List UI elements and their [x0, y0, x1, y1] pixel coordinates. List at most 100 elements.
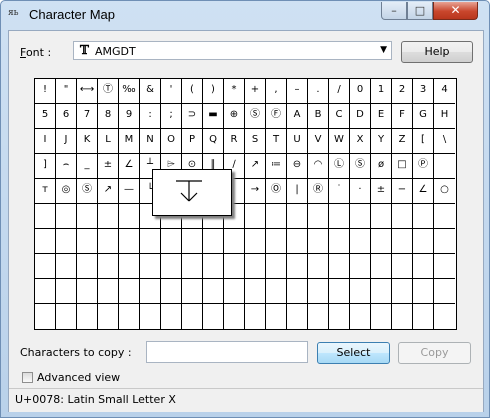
character-cell[interactable]: [140, 254, 161, 279]
character-cell[interactable]: [287, 204, 308, 229]
character-cell[interactable]: [392, 254, 413, 279]
character-cell[interactable]: [119, 304, 140, 329]
character-cell[interactable]: D: [350, 104, 371, 129]
character-cell[interactable]: ;: [161, 104, 182, 129]
character-cell[interactable]: [266, 204, 287, 229]
character-cell[interactable]: [224, 279, 245, 304]
character-cell[interactable]: [434, 279, 455, 304]
character-cell[interactable]: A: [287, 104, 308, 129]
character-cell[interactable]: ): [203, 79, 224, 104]
character-cell[interactable]: [35, 229, 56, 254]
character-cell[interactable]: [182, 304, 203, 329]
character-cell[interactable]: B: [308, 104, 329, 129]
character-cell[interactable]: [371, 254, 392, 279]
character-cell[interactable]: ⊃: [182, 104, 203, 129]
character-cell[interactable]: [350, 254, 371, 279]
character-cell[interactable]: [266, 279, 287, 304]
character-cell[interactable]: 9: [119, 104, 140, 129]
character-cell[interactable]: V: [308, 129, 329, 154]
character-cell[interactable]: [266, 254, 287, 279]
character-cell[interactable]: U: [287, 129, 308, 154]
character-cell[interactable]: [224, 304, 245, 329]
character-cell[interactable]: W: [329, 129, 350, 154]
character-cell[interactable]: ∠: [119, 154, 140, 179]
character-cell[interactable]: [245, 304, 266, 329]
character-cell[interactable]: [77, 204, 98, 229]
character-cell[interactable]: −: [392, 179, 413, 204]
character-cell[interactable]: O: [161, 129, 182, 154]
character-cell[interactable]: [182, 229, 203, 254]
character-cell[interactable]: [287, 279, 308, 304]
character-cell[interactable]: L: [98, 129, 119, 154]
character-cell[interactable]: \: [434, 129, 455, 154]
help-button[interactable]: Help: [401, 41, 473, 63]
character-cell[interactable]: [56, 304, 77, 329]
character-cell[interactable]: H: [434, 104, 455, 129]
character-cell[interactable]: [434, 254, 455, 279]
character-cell[interactable]: [434, 154, 455, 179]
character-cell[interactable]: [203, 304, 224, 329]
character-cell[interactable]: [: [413, 129, 434, 154]
character-cell[interactable]: 4: [434, 79, 455, 104]
character-cell[interactable]: [350, 279, 371, 304]
character-cell[interactable]: Ⓛ: [329, 154, 350, 179]
character-cell[interactable]: ⟷: [77, 79, 98, 104]
character-cell[interactable]: [371, 229, 392, 254]
character-cell[interactable]: Ⓢ: [245, 104, 266, 129]
character-cell[interactable]: F: [392, 104, 413, 129]
character-cell[interactable]: [392, 229, 413, 254]
character-cell[interactable]: [371, 304, 392, 329]
character-cell[interactable]: ≔: [266, 154, 287, 179]
character-cell[interactable]: [413, 279, 434, 304]
character-cell[interactable]: [35, 279, 56, 304]
character-cell[interactable]: !: [35, 79, 56, 104]
character-cell[interactable]: _: [77, 154, 98, 179]
character-cell[interactable]: [434, 304, 455, 329]
character-cell[interactable]: [266, 304, 287, 329]
character-cell[interactable]: [35, 254, 56, 279]
character-cell[interactable]: 6: [56, 104, 77, 129]
character-cell[interactable]: [119, 254, 140, 279]
character-cell[interactable]: ±: [371, 179, 392, 204]
character-cell[interactable]: Ⓢ: [77, 179, 98, 204]
character-cell[interactable]: [140, 279, 161, 304]
character-cell[interactable]: [224, 229, 245, 254]
character-cell[interactable]: [119, 204, 140, 229]
character-cell[interactable]: ±: [98, 154, 119, 179]
character-cell[interactable]: □: [392, 154, 413, 179]
character-cell[interactable]: R: [224, 129, 245, 154]
character-cell[interactable]: т: [35, 179, 56, 204]
character-cell[interactable]: Q: [203, 129, 224, 154]
character-cell[interactable]: [56, 204, 77, 229]
character-cell[interactable]: Ⓕ: [266, 104, 287, 129]
font-dropdown[interactable]: 𝕋 AMGDT ▼: [73, 41, 392, 60]
character-cell[interactable]: ': [161, 79, 182, 104]
character-cell[interactable]: [350, 204, 371, 229]
character-cell[interactable]: 3: [413, 79, 434, 104]
character-cell[interactable]: S: [245, 129, 266, 154]
character-cell[interactable]: /: [329, 79, 350, 104]
character-cell[interactable]: [35, 304, 56, 329]
character-cell[interactable]: [77, 229, 98, 254]
character-cell[interactable]: –: [287, 79, 308, 104]
character-cell[interactable]: [77, 304, 98, 329]
characters-to-copy-field[interactable]: [146, 341, 308, 363]
character-cell[interactable]: ⊕: [224, 104, 245, 129]
character-cell[interactable]: ▬: [203, 104, 224, 129]
character-cell[interactable]: [308, 204, 329, 229]
character-cell[interactable]: Ⓟ: [413, 154, 434, 179]
character-cell[interactable]: E: [371, 104, 392, 129]
character-cell[interactable]: T: [266, 129, 287, 154]
character-cell[interactable]: [266, 229, 287, 254]
character-cell[interactable]: ○: [434, 179, 455, 204]
character-cell[interactable]: *: [224, 79, 245, 104]
character-grid[interactable]: ! " ⟷ Ⓣ ‰ & '() * +, –./0 1 2 3 4 5 6 7 8 9:; ⊃ ▬ ⊕ Ⓢ Ⓕ A B C D E F G H…: [34, 78, 457, 330]
character-cell[interactable]: [245, 254, 266, 279]
character-cell[interactable]: N: [140, 129, 161, 154]
character-cell[interactable]: [392, 279, 413, 304]
character-cell[interactable]: [119, 279, 140, 304]
character-cell[interactable]: ,: [266, 79, 287, 104]
character-cell[interactable]: 2: [392, 79, 413, 104]
character-cell[interactable]: [287, 229, 308, 254]
character-cell[interactable]: [413, 229, 434, 254]
